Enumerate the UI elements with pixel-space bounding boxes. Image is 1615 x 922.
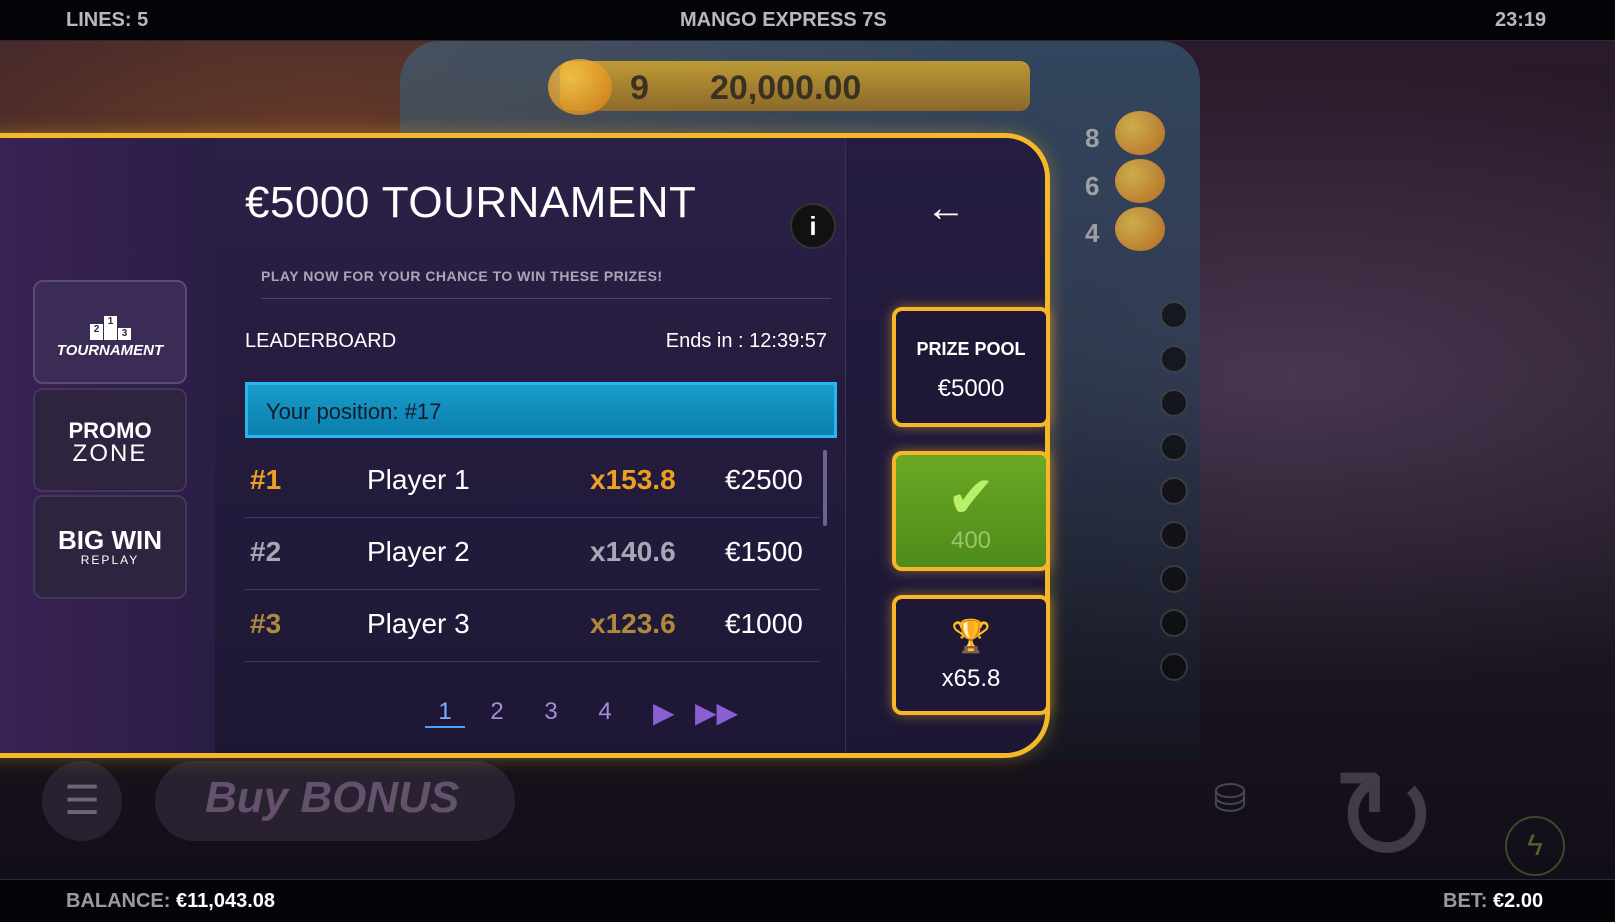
clock: 23:19 — [1495, 9, 1547, 31]
promo-sidebar: 2 1 3 TOURNAMENT PROMO ZONE BIG WIN REPL… — [0, 138, 215, 753]
leaderboard-multiplier: x110.6 — [590, 680, 674, 683]
sidebar-item-tournament[interactable]: 2 1 3 TOURNAMENT — [33, 280, 187, 384]
page-1[interactable]: 1 — [425, 698, 465, 728]
info-button[interactable]: i — [790, 203, 836, 249]
leaderboard-row: #4 nowele x110.6 — [245, 662, 820, 683]
buy-bonus-button[interactable]: Buy BONUS — [155, 761, 515, 841]
lines-indicator: LINES: 5 — [66, 9, 149, 31]
sidebar-item-promo-zone[interactable]: PROMO ZONE — [33, 388, 187, 492]
leaderboard-player: Player 3 — [367, 608, 470, 639]
leaderboard-row: #1 Player 1 x153.8 €2500 — [245, 446, 820, 518]
leaderboard-rank: #1 — [250, 464, 282, 495]
last-page-icon[interactable]: ▶▶ — [695, 696, 738, 729]
promo-zone-logo-bottom: ZONE — [72, 440, 148, 467]
leaderboard-rank: #3 — [250, 608, 282, 639]
paytable-value: 8 — [1085, 123, 1100, 153]
leaderboard-rank: #4 — [250, 680, 281, 683]
sidebar-item-label: TOURNAMENT — [56, 342, 164, 359]
top-status-bar: LINES: 5 MANGO EXPRESS 7S 23:19 — [0, 0, 1615, 41]
opt-in-card[interactable]: ✔ 400 — [892, 451, 1050, 571]
sidebar-item-big-win-replay[interactable]: BIG WIN REPLAY — [33, 495, 187, 599]
opt-in-value: 400 — [950, 527, 992, 554]
check-icon: ✔ — [946, 465, 996, 530]
paytable-value: 4 — [1085, 218, 1100, 248]
bottom-status-bar: BALANCE: €11,043.08 BET: €2.00 — [0, 879, 1615, 922]
leaderboard-multiplier: x153.8 — [590, 464, 676, 495]
bet-label: BET: — [1443, 890, 1488, 912]
ends-in-timer: Ends in : 12:39:57 — [665, 330, 827, 352]
reel-lights — [1160, 301, 1190, 697]
leaderboard-scrollbar[interactable] — [823, 450, 827, 526]
mango-icon — [548, 59, 612, 115]
leaderboard-row: #3 Player 3 x123.6 €1000 — [245, 590, 820, 662]
leaderboard-rank: #2 — [250, 536, 282, 567]
leaderboard-player: Player 1 — [367, 464, 470, 495]
your-position-bar: Your position: #17 — [245, 382, 837, 438]
leaderboard-prize: €1500 — [725, 536, 803, 567]
mango-icon — [1115, 111, 1165, 155]
your-position-text: Your position: #17 — [266, 399, 442, 424]
leaderboard-multiplier: x123.6 — [590, 608, 676, 639]
page-2[interactable]: 2 — [477, 698, 517, 726]
trophy-icon: 🏆 — [951, 618, 991, 654]
leaderboard-player: Player 2 — [367, 536, 470, 567]
leaderboard-list[interactable]: #1 Player 1 x153.8 €2500 #2 Player 2 x140.6 €15… — [245, 446, 820, 683]
page-3[interactable]: 3 — [531, 698, 571, 726]
leaderboard-prize: €1000 — [725, 608, 803, 639]
balance-value: €11,043.08 — [176, 890, 275, 912]
leaderboard-player: nowele — [367, 680, 456, 683]
jackpot-count: 9 — [630, 69, 649, 107]
mango-icon — [1115, 207, 1165, 251]
game-title: MANGO EXPRESS 7S — [680, 9, 887, 31]
spin-button[interactable]: ↻ — [1310, 741, 1460, 879]
big-win-logo: BIG WIN — [58, 525, 162, 555]
coin-stack-icon[interactable]: ⛁ — [1200, 776, 1260, 836]
prize-pool-card: PRIZE POOL €5000 — [892, 307, 1050, 427]
turbo-bolt-icon[interactable]: ϟ — [1505, 816, 1565, 876]
tournament-title: €5000 TOURNAMENT — [245, 178, 697, 227]
tournament-subtitle: PLAY NOW FOR YOUR CHANCE TO WIN THESE PR… — [261, 268, 663, 284]
replay-logo: REPLAY — [80, 553, 140, 567]
jackpot-value: 20,000.00 — [710, 69, 862, 107]
tournament-main: €5000 TOURNAMENT i PLAY NOW FOR YOUR CHA… — [215, 138, 845, 753]
leaderboard-row: #2 Player 2 x140.6 €1500 — [245, 518, 820, 590]
divider — [261, 298, 831, 299]
jackpot-display: 9 20,000.00 — [560, 61, 1030, 111]
balance-label: BALANCE: — [66, 890, 171, 912]
back-arrow-icon[interactable]: ← — [916, 178, 976, 238]
leaderboard-prize: €2500 — [725, 464, 803, 495]
leaderboard-label: LEADERBOARD — [245, 330, 397, 352]
mango-icon — [1115, 159, 1165, 203]
prize-pool-label: PRIZE POOL — [916, 339, 1026, 359]
prize-pool-value: €5000 — [937, 375, 1005, 402]
page-4[interactable]: 4 — [585, 698, 625, 726]
menu-icon[interactable]: ☰ — [42, 761, 122, 841]
bet-value: €2.00 — [1493, 890, 1544, 912]
best-multiplier-card: 🏆 x65.8 — [892, 595, 1050, 715]
leaderboard-multiplier: x140.6 — [590, 536, 676, 567]
pagination: 1 2 3 4 ▶ ▶▶ — [425, 696, 745, 738]
podium-icon: 2 1 3 — [90, 310, 131, 340]
paytable-value: 6 — [1085, 171, 1100, 201]
best-multiplier-value: x65.8 — [941, 665, 1001, 692]
next-page-icon[interactable]: ▶ — [653, 696, 675, 729]
